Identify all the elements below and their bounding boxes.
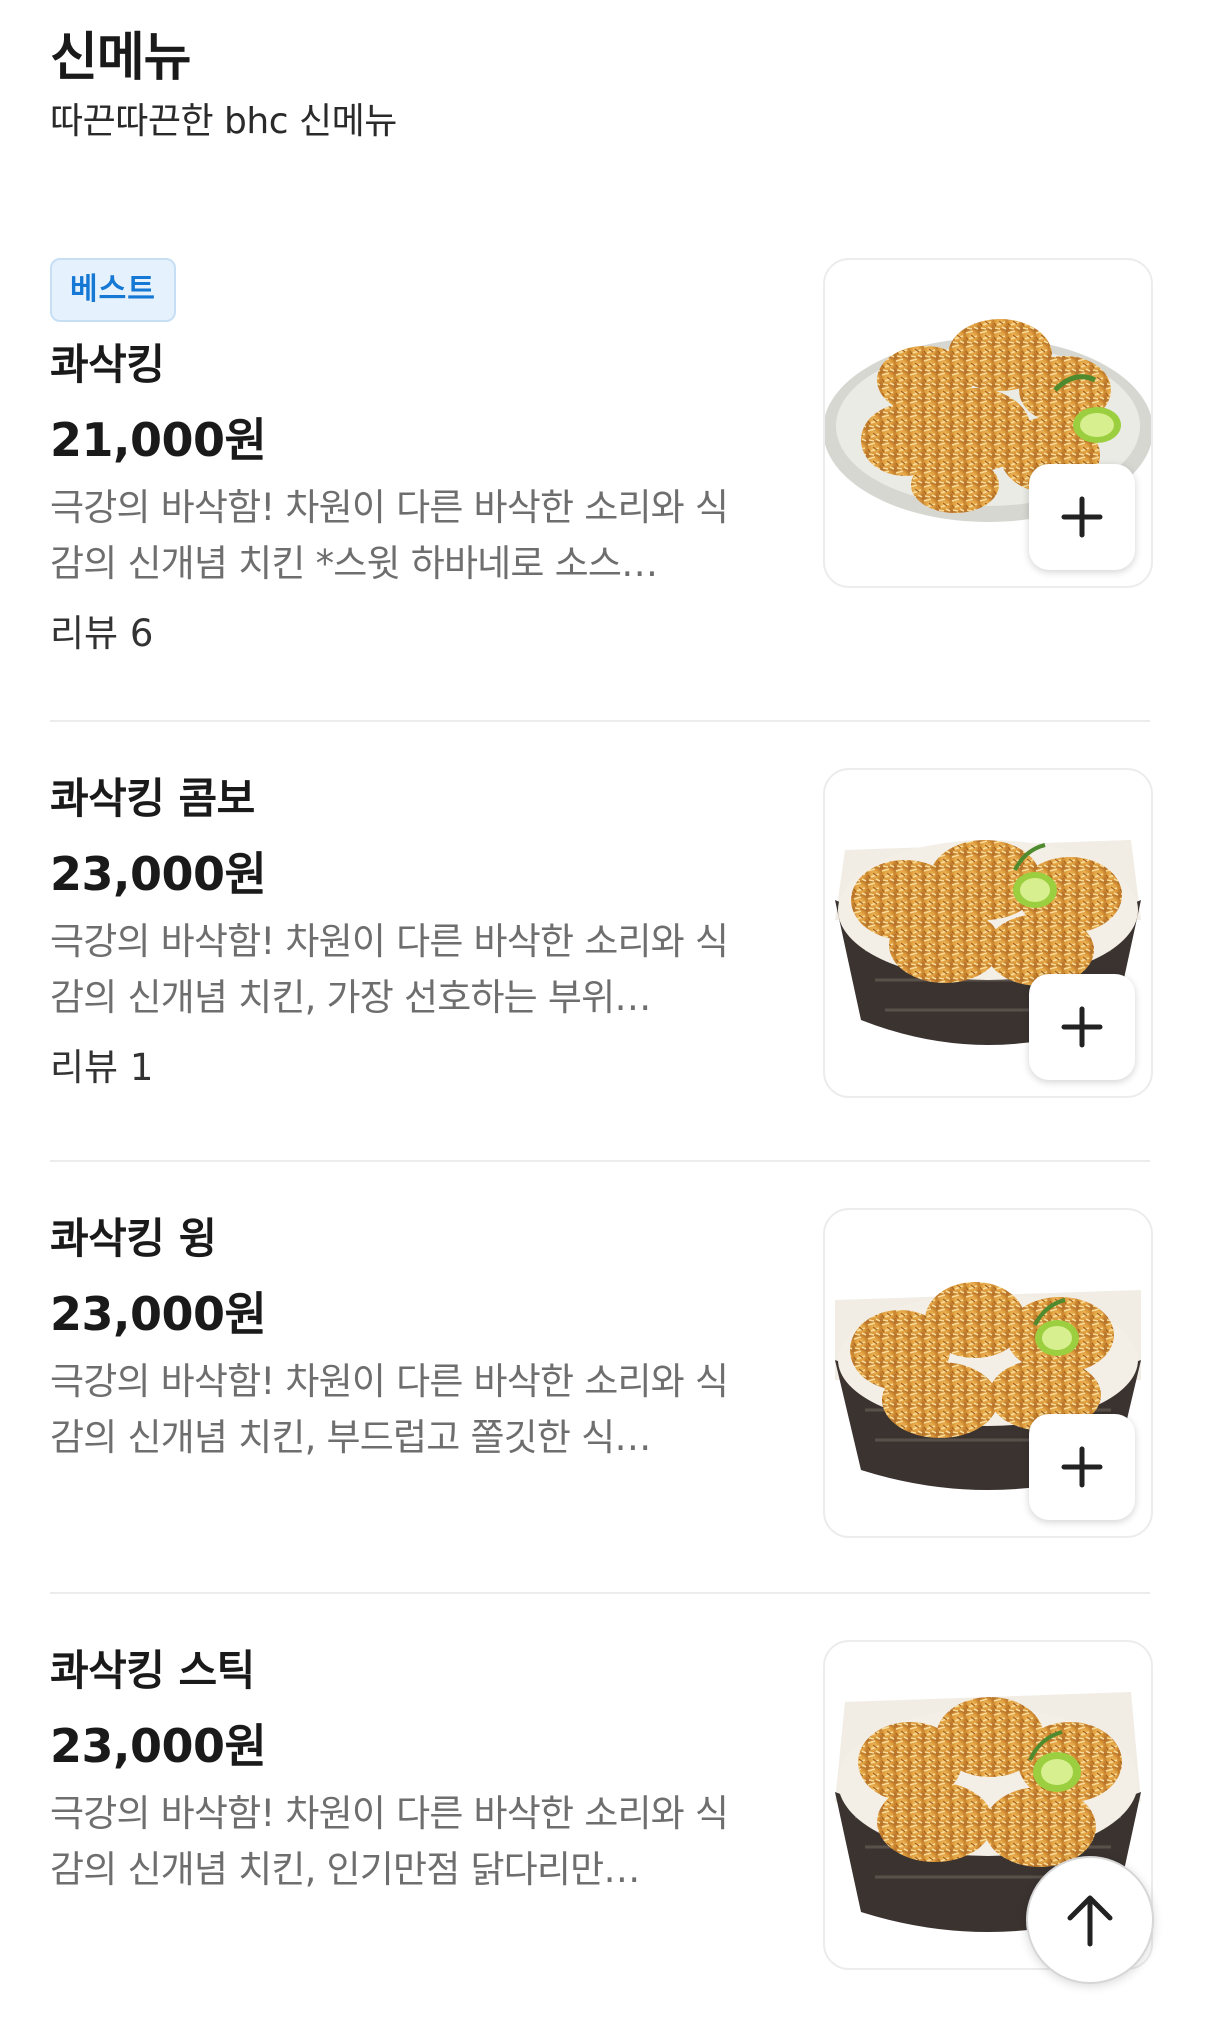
menu-item-info: 콰삭킹 윙 23,000원 극강의 바삭함! 차원이 다른 바삭한 소리와 식감… (50, 1208, 770, 1466)
menu-item[interactable]: 콰삭킹 콤보 23,000원 극강의 바삭함! 차원이 다른 바삭한 소리와 식… (50, 768, 1153, 1108)
menu-item-name: 콰삭킹 스틱 (50, 1646, 255, 1695)
add-to-cart-button[interactable] (1029, 1414, 1135, 1520)
menu-item[interactable]: 콰삭킹 윙 23,000원 극강의 바삭함! 차원이 다른 바삭한 소리와 식감… (50, 1208, 1153, 1548)
menu-item-description: 극강의 바삭함! 차원이 다른 바삭한 소리와 식감의 신개념 치킨, 가장 선… (50, 920, 729, 1019)
divider (50, 720, 1150, 722)
menu-item-review-count[interactable]: 리뷰 6 (50, 606, 770, 662)
page-title: 신메뉴 (50, 28, 192, 88)
add-to-cart-button[interactable] (1029, 974, 1135, 1080)
menu-item-info: 콰삭킹 콤보 23,000원 극강의 바삭함! 차원이 다른 바삭한 소리와 식… (50, 768, 770, 1096)
menu-item-price: 21,000원 (50, 413, 267, 467)
menu-item-info: 콰삭킹 스틱 23,000원 극강의 바삭함! 차원이 다른 바삭한 소리와 식… (50, 1640, 770, 1898)
menu-item-name: 콰삭킹 윙 (50, 1214, 217, 1263)
menu-item-description: 극강의 바삭함! 차원이 다른 바삭한 소리와 식감의 신개념 치킨 *스윗 하… (50, 486, 729, 585)
menu-item[interactable]: 베스트 콰삭킹 21,000원 극강의 바삭함! 차원이 다른 바삭한 소리와 … (50, 258, 1153, 678)
menu-item-image[interactable] (823, 1208, 1153, 1538)
menu-item-price: 23,000원 (50, 847, 267, 901)
menu-item-info: 베스트 콰삭킹 21,000원 극강의 바삭함! 차원이 다른 바삭한 소리와 … (50, 258, 770, 662)
divider (50, 1592, 1150, 1594)
menu-item-image[interactable] (823, 258, 1153, 588)
menu-item-description: 극강의 바삭함! 차원이 다른 바삭한 소리와 식감의 신개념 치킨, 부드럽고… (50, 1360, 729, 1459)
menu-item-image[interactable] (823, 768, 1153, 1098)
plus-icon (1061, 1006, 1103, 1048)
plus-icon (1061, 496, 1103, 538)
menu-item-description: 극강의 바삭함! 차원이 다른 바삭한 소리와 식감의 신개념 치킨, 인기만점… (50, 1792, 729, 1891)
best-badge: 베스트 (50, 258, 176, 322)
page-subtitle: 따끈따끈한 bhc 신메뉴 (50, 101, 397, 142)
plus-icon (1061, 1446, 1103, 1488)
add-to-cart-button[interactable] (1029, 464, 1135, 570)
scroll-to-top-button[interactable] (1026, 1856, 1154, 1984)
menu-item[interactable]: 콰삭킹 스틱 23,000원 극강의 바삭함! 차원이 다른 바삭한 소리와 식… (50, 1640, 1153, 1980)
divider (50, 1160, 1150, 1162)
menu-item-price: 23,000원 (50, 1719, 267, 1773)
menu-item-name: 콰삭킹 콤보 (50, 774, 255, 823)
menu-item-price: 23,000원 (50, 1287, 267, 1341)
arrow-up-icon (1067, 1895, 1113, 1947)
menu-item-review-count[interactable]: 리뷰 1 (50, 1040, 770, 1096)
menu-item-name: 콰삭킹 (50, 340, 165, 389)
page-header: 신메뉴 따끈따끈한 bhc 신메뉴 (50, 22, 397, 148)
